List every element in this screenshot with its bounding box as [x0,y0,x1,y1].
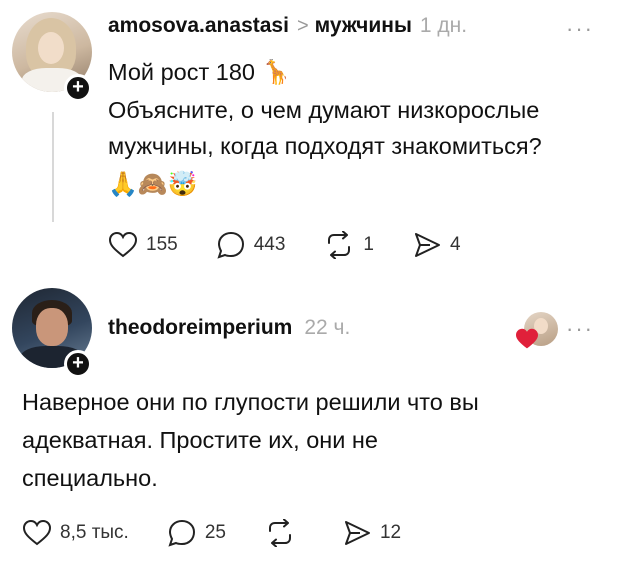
avatar-face [36,308,68,346]
username[interactable]: amosova.anastasi [108,14,289,38]
repost-icon [328,231,351,259]
avatar-face [38,32,64,64]
share-button[interactable]: 12 [342,519,401,547]
comment-icon [217,231,244,259]
topic-tag[interactable]: мужчины [315,14,412,38]
post-text-line: Мой рост 180 🦒 [108,54,291,90]
post-text: Мой рост 180 [108,59,255,85]
comment-count: 443 [253,234,286,255]
author-avatar-wrap[interactable]: + [12,288,92,378]
comment-button[interactable]: 443 [216,230,286,260]
timestamp: 22 ч. [304,316,351,339]
post-header: amosova.anastasi > мужчины 1 дн. [108,14,467,38]
repost-count: 1 [363,234,374,255]
post-reply: + theodoreimperium 22 ч. ··· Наверное он… [0,278,640,582]
share-button[interactable]: 4 [412,231,461,259]
chevron-right-icon: > [296,15,309,37]
share-icon [344,521,370,545]
comment-icon [168,519,195,547]
action-bar: 155 443 1 4 [108,230,499,260]
follow-plus-icon[interactable]: + [64,350,92,378]
repost-icon [268,519,291,547]
like-count: 8,5 тыс. [60,522,129,543]
username[interactable]: theodoreimperium [108,316,292,340]
author-avatar-wrap[interactable]: + [12,12,92,102]
share-count: 12 [379,522,402,543]
like-count: 155 [146,234,178,255]
post-header: theodoreimperium 22 ч. [108,316,350,340]
action-bar: 8,5 тыс. 25 12 [22,518,439,548]
more-icon[interactable]: ··· [566,16,594,42]
post-text-line: специально. [22,465,158,491]
post-text-line: мужчины, когда подходят знакомиться? [108,133,542,159]
repost-button[interactable]: 1 [323,231,374,259]
like-button[interactable]: 8,5 тыс. [22,519,129,547]
post-text-line: адекватная. Простите их, они не [22,427,378,453]
post-text-line: Объясните, о чем думают низкорослые [108,97,540,123]
timestamp: 1 дн. [419,14,468,37]
comment-button[interactable]: 25 [167,518,226,548]
post-text-line: Наверное они по глупости решили что вы [22,389,479,415]
heart-icon [108,231,138,258]
follow-plus-icon[interactable]: + [64,74,92,102]
share-count: 4 [449,234,461,255]
repost-button[interactable] [264,519,304,547]
emoji-line: 🙏🙈🤯 [108,170,198,198]
heart-icon [22,519,52,546]
comment-count: 25 [204,522,226,543]
giraffe-emoji-icon: 🦒 [261,58,291,86]
like-button[interactable]: 155 [108,231,178,259]
post-original: + amosova.anastasi > мужчины 1 дн. ··· М… [0,0,640,278]
more-icon[interactable]: ··· [566,316,594,342]
liked-heart-icon [516,328,538,349]
thread-line [52,112,54,222]
share-icon [414,233,440,257]
